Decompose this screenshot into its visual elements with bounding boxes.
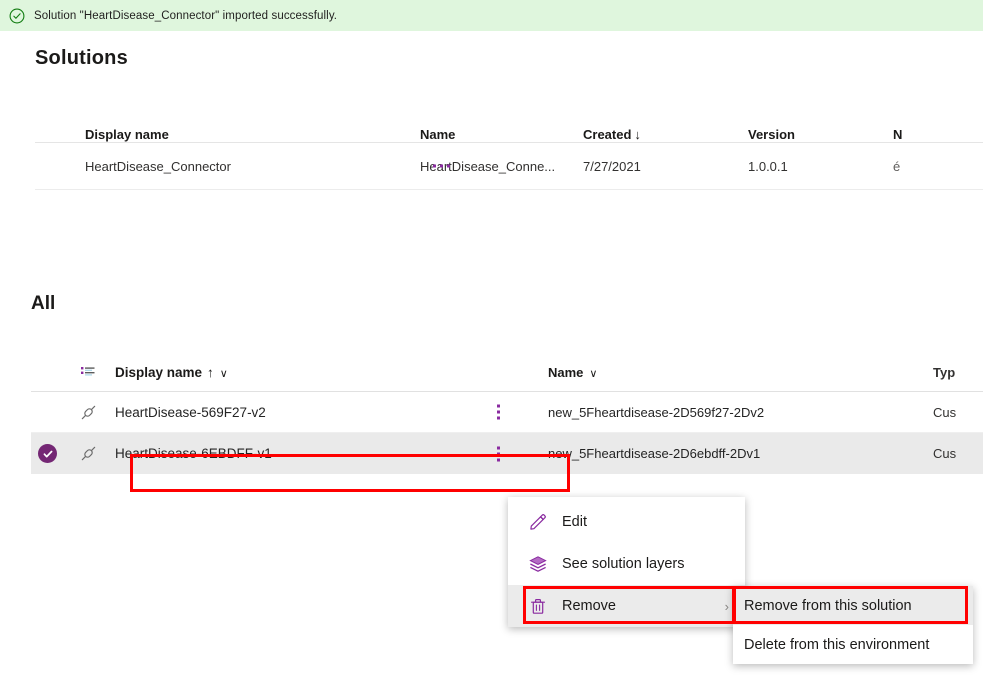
page-title: Solutions <box>35 47 128 69</box>
column-header-created-label: Created <box>583 127 632 142</box>
table-row[interactable]: HeartDisease_Connector HeartDisease_Conn… <box>35 143 983 190</box>
row-context-menu-icon[interactable] <box>497 404 500 420</box>
column-header-all-display-name[interactable]: Display name ↑ ∨ <box>112 365 548 380</box>
cell-all-name: new_5Fheartdisease-2D6ebdff-2Dv1 <box>548 446 761 461</box>
cell-all-name: new_5Fheartdisease-2D569f27-2Dv2 <box>548 404 765 420</box>
submenu-item-delete-from-this-environment[interactable]: Delete from this environment <box>733 625 973 664</box>
cell-version: 1.0.0.1 <box>748 158 788 174</box>
row-checkbox-selected[interactable] <box>31 444 64 463</box>
cell-display-name-text: HeartDisease_Connector <box>85 158 231 174</box>
cell-all-type: Cus <box>933 404 957 420</box>
list-sort-icon[interactable] <box>64 364 112 380</box>
pencil-icon <box>529 513 547 531</box>
solutions-table: Display name Name Created ↓ Version N Hea… <box>35 108 983 190</box>
layers-icon <box>529 555 547 573</box>
check-icon <box>38 444 57 463</box>
column-header-created[interactable]: Created ↓ <box>583 127 748 142</box>
all-table-header: Display name ↑ ∨ Name ∨ Typ <box>31 353 983 392</box>
context-menu-item-remove[interactable]: Remove › <box>508 585 745 627</box>
row-overflow-menu-icon[interactable] <box>433 164 450 168</box>
chevron-down-icon-name[interactable]: ∨ <box>583 368 597 380</box>
chevron-down-icon[interactable]: ∨ <box>214 368 228 380</box>
column-header-all-name[interactable]: Name ∨ <box>548 365 933 380</box>
chevron-right-icon: › <box>724 598 729 614</box>
context-menu-item-see-solution-layers-label: See solution layers <box>562 556 685 572</box>
solutions-table-header: Display name Name Created ↓ Version N <box>35 108 983 143</box>
sort-ascending-icon: ↑ <box>207 364 214 380</box>
context-menu-item-see-solution-layers[interactable]: See solution layers <box>508 543 745 585</box>
column-header-name[interactable]: Name <box>420 127 583 142</box>
cell-all-type: Cus <box>933 446 957 461</box>
all-table: Display name ↑ ∨ Name ∨ Typ HeartDisease-56… <box>31 353 983 474</box>
column-header-display-name[interactable]: Display name <box>35 127 420 142</box>
check-circle-icon <box>9 8 25 24</box>
submenu-item-remove-from-this-solution[interactable]: Remove from this solution <box>733 586 973 625</box>
cell-all-display-name-text: HeartDisease-6EBDFF-v1 <box>115 446 272 461</box>
context-menu-item-remove-label: Remove <box>562 598 616 614</box>
row-context-menu: Edit See solution layers Remove › <box>508 497 745 627</box>
column-header-all-name-label: Name <box>548 364 584 380</box>
trash-icon <box>529 597 547 615</box>
cell-all-display-name: HeartDisease-569F27-v2 <box>112 404 548 420</box>
cell-managed: é <box>893 158 901 174</box>
column-header-managed[interactable]: N <box>893 127 953 142</box>
cell-all-display-name-text: HeartDisease-569F27-v2 <box>115 404 266 420</box>
table-row[interactable]: HeartDisease-6EBDFF-v1 new_5Fheartdiseas… <box>31 433 983 474</box>
column-header-version[interactable]: Version <box>748 127 893 142</box>
success-banner-text: Solution "HeartDisease_Connector" import… <box>34 9 338 22</box>
connector-plug-icon <box>64 404 112 421</box>
column-header-all-display-name-label: Display name <box>115 364 203 380</box>
cell-created: 7/27/2021 <box>583 158 641 174</box>
context-menu-item-edit[interactable]: Edit <box>508 501 745 543</box>
all-section-title: All <box>31 293 56 314</box>
column-header-all-type[interactable]: Typ <box>933 365 983 380</box>
app-root: Solution "HeartDisease_Connector" import… <box>0 0 983 679</box>
success-banner: Solution "HeartDisease_Connector" import… <box>0 0 983 31</box>
connector-plug-icon <box>64 445 112 462</box>
row-context-menu-icon[interactable] <box>497 446 500 461</box>
sort-descending-icon: ↓ <box>634 127 641 142</box>
remove-submenu: Remove from this solution Delete from th… <box>733 586 973 664</box>
table-row[interactable]: HeartDisease-569F27-v2 new_5Fheartdiseas… <box>31 392 983 433</box>
context-menu-item-edit-label: Edit <box>562 514 587 530</box>
cell-all-display-name: HeartDisease-6EBDFF-v1 <box>112 446 548 461</box>
cell-display-name: HeartDisease_Connector <box>35 158 450 174</box>
